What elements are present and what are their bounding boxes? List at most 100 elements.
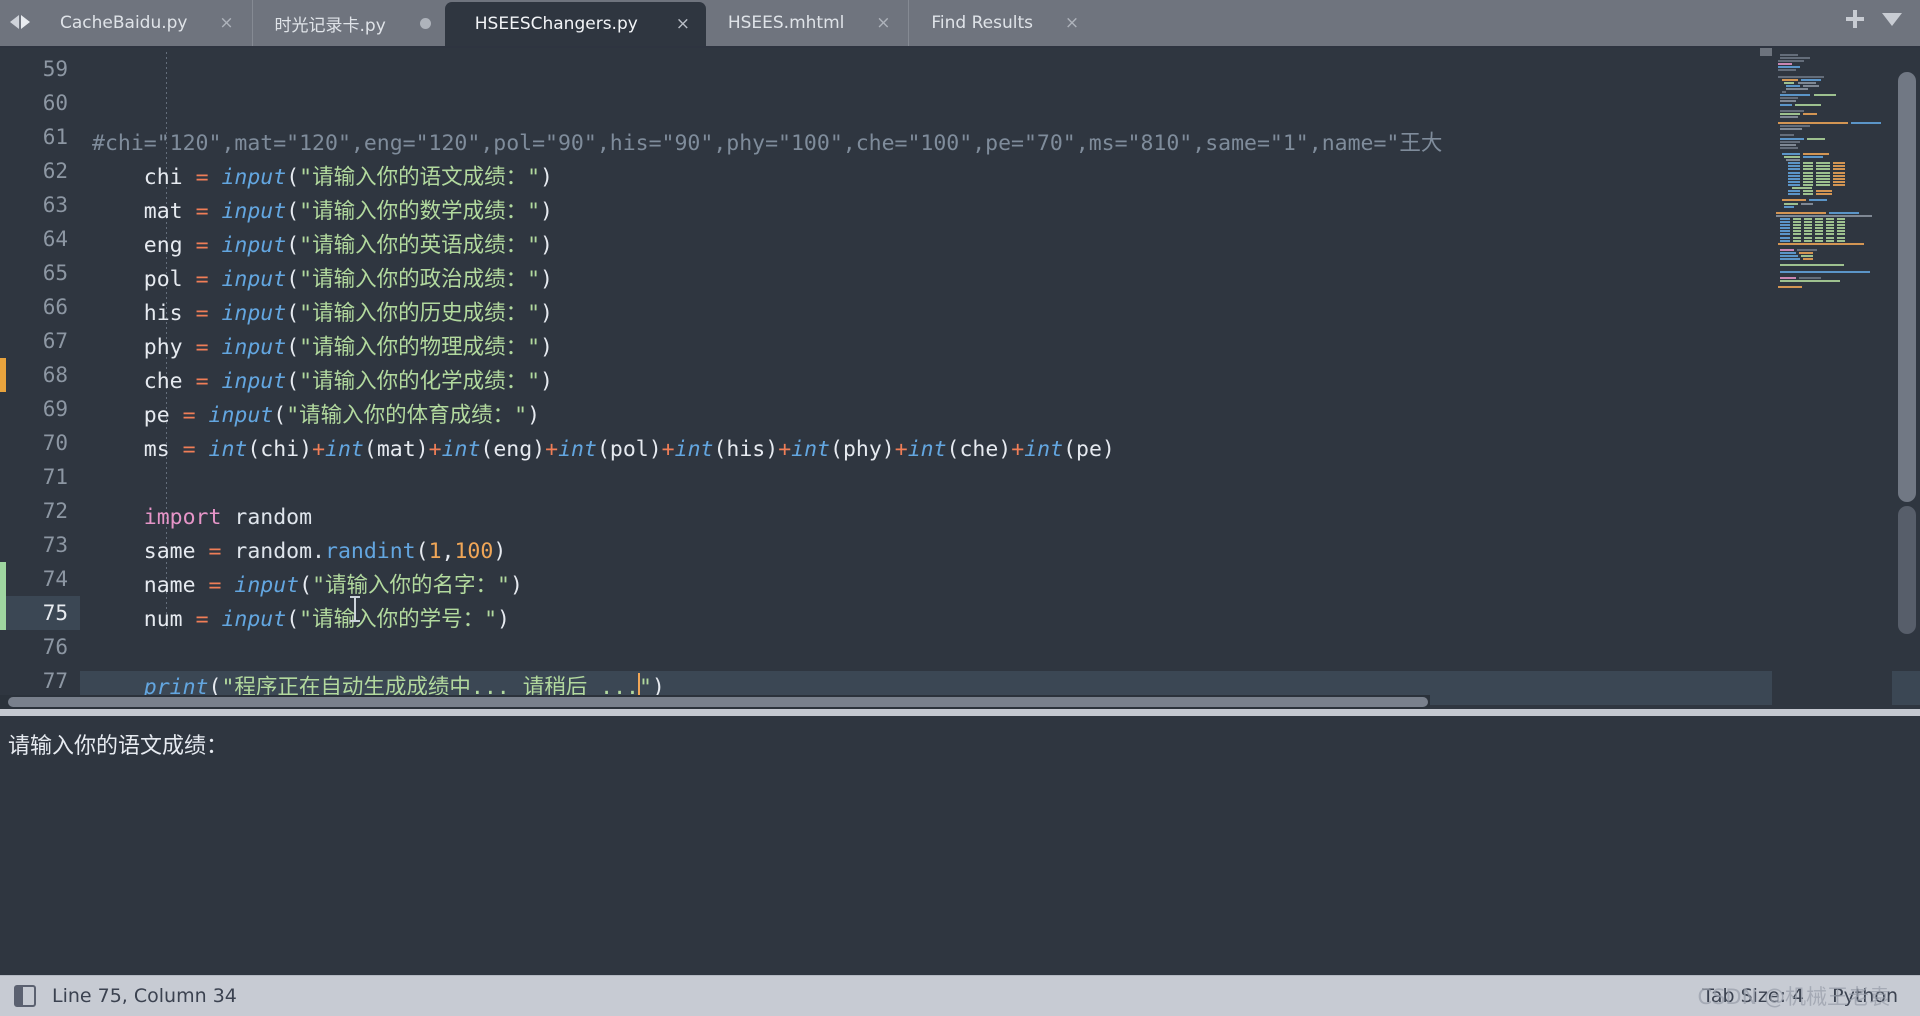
tab-nav-arrows[interactable] (0, 0, 38, 46)
close-icon[interactable]: × (672, 13, 694, 35)
minimap-segment (1793, 230, 1801, 233)
chevron-down-icon[interactable] (1882, 12, 1902, 26)
new-tab-icon[interactable] (1846, 10, 1864, 28)
minimap-segment (1780, 94, 1810, 97)
horizontal-scrollbar[interactable] (0, 695, 1430, 709)
minimap-segment (1780, 112, 1800, 115)
minimap-segment (1826, 227, 1834, 230)
line-number[interactable]: 75 (6, 596, 80, 630)
code-token: int (208, 437, 248, 462)
minimap-segment (1804, 230, 1812, 233)
code-line[interactable]: name = input("请输入你的名字：") (80, 569, 1920, 603)
sidebar-toggle-icon[interactable] (14, 985, 36, 1007)
code-line[interactable]: che = input("请输入你的化学成绩：") (80, 365, 1920, 399)
line-number[interactable]: 70 (6, 426, 80, 460)
line-number-gutter[interactable]: 5960616263646566676869707172737475767778 (6, 48, 80, 709)
change-marker-strip (0, 48, 6, 709)
cursor-position-label[interactable]: Line 75, Column 34 (52, 985, 237, 1007)
minimap-segment (1780, 143, 1796, 146)
code-line[interactable]: eng = input("请输入你的英语成绩：") (80, 229, 1920, 263)
code-editor-surface[interactable]: #chi="120",mat="120",eng="120",pol="90",… (80, 48, 1920, 709)
minimap-segment (1803, 190, 1813, 193)
close-icon[interactable]: × (1061, 12, 1083, 34)
vertical-scrollbar-thumb-secondary[interactable] (1898, 506, 1916, 634)
minimap-segment (1780, 97, 1798, 100)
code-line[interactable]: ms = int(chi)+int(mat)+int(eng)+int(pol)… (80, 433, 1920, 467)
line-number[interactable]: 60 (6, 86, 80, 120)
code-token: "请输入你的数学成绩：" (299, 199, 541, 224)
tab-scroll-left-icon[interactable] (10, 15, 19, 29)
line-number[interactable]: 77 (6, 664, 80, 698)
line-number[interactable]: 69 (6, 392, 80, 426)
panel-splitter[interactable] (0, 709, 1920, 716)
close-icon[interactable]: × (216, 12, 238, 34)
line-number[interactable]: 72 (6, 494, 80, 528)
minimap-segment (1837, 224, 1845, 227)
line-number[interactable]: 73 (6, 528, 80, 562)
minimap-segment (1833, 171, 1845, 174)
line-number[interactable]: 62 (6, 154, 80, 188)
code-line[interactable] (80, 637, 1920, 671)
line-number[interactable]: 59 (6, 52, 80, 86)
tab--py[interactable]: 时光记录卡.py (251, 0, 445, 46)
horizontal-scrollbar-thumb[interactable] (8, 697, 1428, 707)
tab-hsees-mhtml[interactable]: HSEES.mhtml × (706, 0, 909, 46)
minimap-segment (1816, 190, 1832, 193)
tab-label: 时光记录卡.py (274, 15, 386, 36)
line-number[interactable]: 65 (6, 256, 80, 290)
minimap-segment (1780, 103, 1792, 106)
code-token: "请输入你的语文成绩：" (299, 165, 541, 190)
line-number[interactable]: 67 (6, 324, 80, 358)
code-token: input (208, 403, 274, 428)
minimap-segment (1826, 236, 1834, 239)
line-number[interactable]: 71 (6, 460, 80, 494)
code-line[interactable]: import random (80, 501, 1920, 535)
minimap-segment (1780, 230, 1790, 233)
minimap-segment (1780, 236, 1790, 239)
minimap-segment (1816, 174, 1830, 177)
code-token: randint (325, 539, 416, 564)
output-panel[interactable]: 请输入你的语文成绩： (0, 716, 1920, 975)
line-number[interactable]: 76 (6, 630, 80, 664)
line-number[interactable]: 64 (6, 222, 80, 256)
minimap-segment (1780, 125, 1810, 128)
code-token: chi (92, 165, 196, 190)
code-line[interactable]: chi = input("请输入你的语文成绩：") (80, 161, 1920, 195)
code-line[interactable]: pe = input("请输入你的体育成绩：") (80, 399, 1920, 433)
code-line[interactable] (80, 467, 1920, 501)
vertical-scrollbar[interactable] (1898, 48, 1916, 709)
code-line[interactable]: his = input("请输入你的历史成绩：") (80, 297, 1920, 331)
tab-find-results[interactable]: Find Results × (908, 0, 1097, 46)
line-number[interactable]: 74 (6, 562, 80, 596)
code-line[interactable]: pol = input("请输入你的政治成绩：") (80, 263, 1920, 297)
minimap-segment (1780, 227, 1790, 230)
code-token: num (92, 607, 196, 632)
code-line[interactable]: same = random.randint(1,100) (80, 535, 1920, 569)
line-number[interactable]: 63 (6, 188, 80, 222)
code-line[interactable]: mat = input("请输入你的数学成绩：") (80, 195, 1920, 229)
minimap-segment (1780, 100, 1796, 103)
minimap-segment (1780, 270, 1870, 273)
code-line[interactable]: num = input("请输入你的学号：") (80, 603, 1920, 637)
unsaved-dot-icon[interactable] (419, 17, 431, 29)
vertical-scrollbar-thumb[interactable] (1898, 72, 1916, 502)
code-token: ) (540, 199, 553, 224)
code-token: random. (234, 539, 325, 564)
tab-size-label[interactable]: Tab Size: 4 (1702, 985, 1804, 1007)
tab-hseeschangers-py[interactable]: HSEESChangers.py × (444, 2, 706, 46)
tab-cachebaidu-py[interactable]: CacheBaidu.py × (38, 0, 252, 46)
code-line[interactable]: phy = input("请输入你的物理成绩：") (80, 331, 1920, 365)
line-number[interactable]: 61 (6, 120, 80, 154)
minimap-segment (1793, 217, 1801, 220)
minimap-segment (1826, 217, 1834, 220)
minimap-segment (1778, 75, 1824, 78)
line-number[interactable]: 66 (6, 290, 80, 324)
tab-scroll-right-icon[interactable] (21, 15, 30, 29)
close-icon[interactable]: × (872, 12, 894, 34)
minimap[interactable] (1772, 48, 1892, 709)
minimap-segment (1803, 168, 1813, 171)
minimap-segment (1792, 187, 1812, 190)
code-line[interactable]: #chi="120",mat="120",eng="120",pol="90",… (80, 127, 1920, 161)
language-mode-label[interactable]: Python (1832, 985, 1898, 1007)
line-number[interactable]: 68 (6, 358, 80, 392)
